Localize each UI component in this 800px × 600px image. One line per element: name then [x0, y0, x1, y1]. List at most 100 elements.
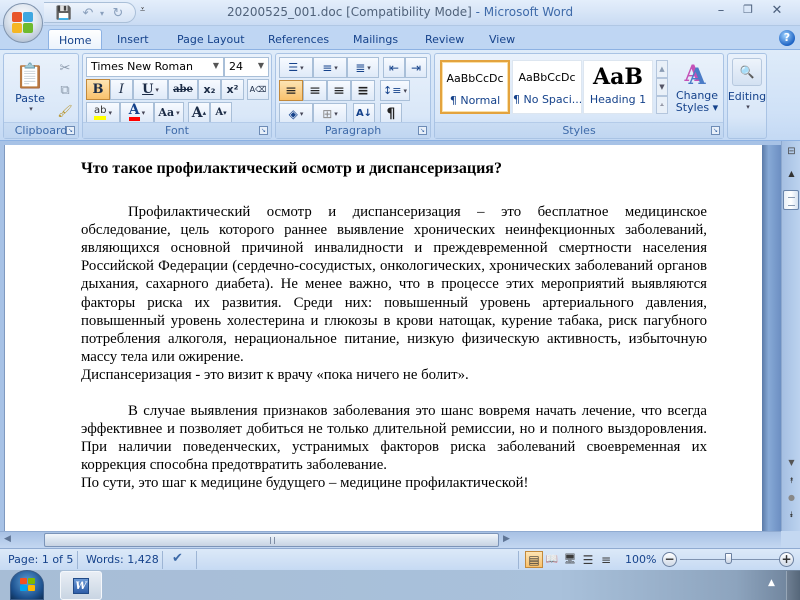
page-count[interactable]: Page: 1 of 5 [8, 553, 73, 566]
align-center-icon[interactable]: ≡ [303, 80, 327, 101]
borders-button[interactable]: ⊞ ▾ [313, 103, 347, 124]
help-icon[interactable]: ? [779, 30, 795, 46]
highlight-button[interactable]: ab ▾ [86, 102, 120, 123]
align-right-icon[interactable]: ≡ [327, 80, 351, 101]
word-count[interactable]: Words: 1,428 [86, 553, 159, 566]
style-heading-1[interactable]: AaB Heading 1 [583, 60, 653, 114]
multilevel-list-button[interactable]: ≣ ▾ [347, 57, 379, 78]
grow-font-button[interactable]: A ▴ [188, 102, 210, 123]
increase-indent-icon[interactable]: ⇥ [405, 57, 427, 78]
tab-review[interactable]: Review [415, 29, 474, 51]
proofing-icon[interactable]: ✔ [172, 551, 183, 566]
styles-more-icon[interactable]: ⩡ [656, 96, 668, 114]
bold-button[interactable]: B [86, 79, 110, 100]
change-styles-button[interactable]: A Change Styles ▾ [673, 58, 721, 120]
superscript-button[interactable]: x² [221, 79, 244, 100]
next-page-icon[interactable]: ⯯ [783, 506, 800, 523]
tab-references[interactable]: References [258, 29, 339, 51]
borders-icon: ⊞ [322, 106, 333, 121]
format-painter-icon[interactable]: 🖌 [56, 102, 74, 120]
document-page[interactable]: Что такое профилактический осмотр и дисп… [4, 145, 762, 531]
tab-insert[interactable]: Insert [107, 29, 159, 51]
document-heading: Что такое профилактический осмотр и дисп… [81, 160, 502, 177]
paste-button[interactable]: 📋 Paste ▾ [8, 57, 52, 117]
previous-page-icon[interactable]: ⯭ [783, 472, 800, 489]
show-desktop-button[interactable] [786, 571, 800, 600]
scroll-left-icon[interactable]: ◀ [4, 534, 11, 544]
ruler-toggle-icon[interactable]: ⊟ [783, 143, 800, 160]
font-label: Font [165, 124, 189, 137]
start-button[interactable] [10, 570, 44, 600]
document-content[interactable]: Что такое профилактический осмотр и дисп… [81, 160, 707, 493]
editing-button[interactable]: 🔍 Editing ▾ [728, 56, 766, 136]
font-size-combo[interactable]: 24 ▼ [224, 57, 269, 77]
shading-button[interactable]: ◈ ▾ [279, 103, 313, 124]
italic-button[interactable]: I [110, 79, 133, 100]
change-case-label: Aa [158, 106, 175, 119]
style-name: Heading 1 [589, 93, 647, 106]
horizontal-scroll-thumb[interactable] [44, 533, 499, 547]
zoom-level[interactable]: 100% [625, 553, 656, 566]
align-left-icon[interactable]: ≡ [279, 80, 303, 101]
close-button[interactable]: ✕ [766, 3, 788, 19]
tab-mailings[interactable]: Mailings [343, 29, 408, 51]
print-layout-view-button[interactable]: ▤ [525, 551, 543, 568]
decrease-indent-icon[interactable]: ⇤ [383, 57, 405, 78]
document-paragraph: В случае выявления признаков заболевания… [81, 403, 707, 474]
full-screen-reading-view-button[interactable]: 📖 [543, 551, 561, 568]
show-marks-icon[interactable]: ¶ [380, 103, 402, 124]
underline-label: U [142, 82, 154, 97]
clipboard-label: Clipboard [14, 124, 68, 137]
scroll-down-icon[interactable]: ▼ [783, 454, 800, 471]
office-button[interactable] [3, 3, 43, 43]
styles-scroll-up-icon[interactable]: ▲ [656, 60, 668, 78]
status-bar: Page: 1 of 5 Words: 1,428 ✔ ▤ 📖 🖥 ☰ ≡ 10… [0, 548, 800, 570]
taskbar-word-button[interactable]: W [60, 571, 102, 600]
styles-launcher-icon[interactable]: ↘ [711, 126, 720, 135]
font-group-label: Font [83, 122, 271, 138]
web-layout-view-button[interactable]: 🖥 [561, 551, 579, 568]
clipboard-launcher-icon[interactable]: ↘ [66, 126, 75, 135]
paragraph-launcher-icon[interactable]: ↘ [418, 126, 427, 135]
tab-home[interactable]: Home [48, 29, 103, 51]
zoom-out-button[interactable]: − [662, 552, 677, 567]
zoom-in-button[interactable]: + [779, 552, 794, 567]
subscript-button[interactable]: x₂ [198, 79, 221, 100]
scroll-up-icon[interactable]: ▲ [783, 165, 800, 182]
tab-view[interactable]: View [479, 29, 525, 51]
zoom-slider-thumb[interactable] [725, 553, 732, 564]
chevron-down-icon: ▼ [212, 61, 219, 70]
style-normal[interactable]: AaBbCcDc ¶ Normal [440, 60, 510, 114]
tab-page-layout[interactable]: Page Layout [167, 29, 255, 51]
change-case-button[interactable]: Aa ▾ [154, 102, 184, 123]
style-name: ¶ Normal [449, 94, 501, 107]
strikethrough-button[interactable]: abe [168, 79, 198, 100]
outline-view-button[interactable]: ☰ [579, 551, 597, 568]
numbering-button[interactable]: ≡ ▾ [313, 57, 347, 78]
clear-formatting-icon[interactable]: A⌫ [247, 79, 269, 100]
style-no-spacing[interactable]: AaBbCcDc ¶ No Spaci... [512, 60, 582, 114]
minimize-button[interactable]: – [710, 3, 732, 19]
bullets-button[interactable]: ☰ ▾ [279, 57, 313, 78]
cut-icon[interactable]: ✂ [56, 59, 74, 77]
underline-button[interactable]: U ▾ [133, 79, 168, 100]
copy-icon[interactable]: ⧉ [56, 81, 74, 99]
font-name-combo[interactable]: Times New Roman ▼ [86, 57, 224, 77]
sort-icon[interactable]: A↓ [353, 103, 375, 124]
font-color-button[interactable]: A ▾ [120, 102, 154, 123]
restore-button[interactable]: ❐ [737, 3, 759, 19]
style-name: ¶ No Spaci... [513, 93, 581, 106]
paragraph-label: Paragraph [324, 124, 382, 137]
horizontal-scrollbar[interactable]: ◀ ▶ [0, 531, 781, 548]
styles-scroll-down-icon[interactable]: ▼ [656, 78, 668, 96]
select-browse-object-icon[interactable]: ● [783, 489, 800, 506]
font-launcher-icon[interactable]: ↘ [259, 126, 268, 135]
line-spacing-button[interactable]: ↕≡ ▾ [380, 80, 410, 101]
show-hidden-icons-icon[interactable]: ▲ [768, 578, 775, 588]
draft-view-button[interactable]: ≡ [597, 551, 615, 568]
vertical-scroll-thumb[interactable] [783, 190, 799, 210]
vertical-scrollbar[interactable]: ⊟ ▲ ▼ ⯭ ● ⯯ [781, 141, 800, 531]
justify-icon[interactable]: ≡ [351, 80, 375, 101]
scroll-right-icon[interactable]: ▶ [503, 534, 510, 544]
shrink-font-button[interactable]: A ▾ [210, 102, 232, 123]
